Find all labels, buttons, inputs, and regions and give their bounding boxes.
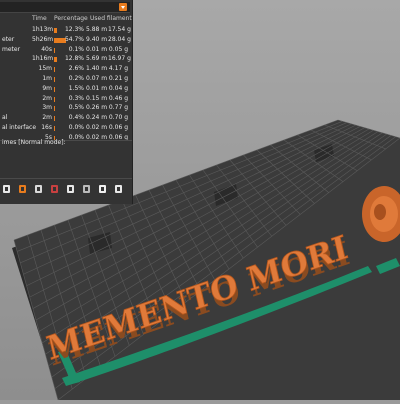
percentage-header: Percentage [54, 15, 88, 22]
paint-palette-icon[interactable] [50, 184, 59, 194]
painting-icon[interactable] [34, 184, 43, 194]
stats-column-headers: Time Percentage Used filament [0, 16, 132, 24]
feature-percentage: 12.8% [64, 55, 84, 63]
arrow-down-icon[interactable] [114, 184, 123, 194]
percentage-bar [54, 125, 55, 131]
percentage-bar [54, 47, 55, 53]
feature-row: 1m 0.2% 0.07 m 0.21 g [0, 75, 132, 85]
feature-row: 3m 0.5% 0.26 m 0.77 g [0, 104, 132, 114]
feature-row: al interface 16s 0.0% 0.02 m 0.06 g [0, 124, 132, 134]
feature-percentage: 54.7% [64, 35, 84, 43]
feature-weight: 0.70 g [108, 114, 128, 122]
feature-percentage: 0.2% [68, 74, 84, 82]
view-type-dropdown[interactable] [0, 2, 130, 13]
feature-row: al 2m 0.4% 0.24 m 0.70 g [0, 114, 132, 124]
percentage-bar [54, 116, 55, 122]
feature-percentage: 1.5% [68, 84, 84, 92]
feature-row: meter 40s 0.1% 0.01 m 0.05 g [0, 46, 132, 56]
feature-weight: 16.97 g [108, 55, 131, 63]
color-swatch-icon[interactable] [18, 184, 27, 194]
feature-length: 0.02 m [86, 123, 108, 131]
feature-time: 2m [42, 114, 52, 122]
bottom-toolbar [0, 184, 132, 196]
feature-weight: 0.46 g [108, 94, 128, 102]
percentage-bar [54, 67, 55, 73]
feature-time: 9m [42, 84, 52, 92]
feature-time: 1h13m [32, 26, 54, 33]
feature-percentage: 0.5% [68, 104, 84, 112]
feature-length: 1.40 m [86, 65, 108, 73]
feature-percentage: 0.1% [68, 45, 84, 53]
feature-time: 1h16m [32, 55, 54, 63]
estimated-times-label: imes [Normal mode]: [2, 139, 66, 146]
feature-name: al interface [2, 123, 37, 131]
feature-weight: 0.77 g [108, 104, 128, 112]
percentage-bar [54, 106, 55, 112]
feature-stats-list: 1h13m 12.3% 5.88 m 17.54 g eter 5h26m 54.7% 9.4… [0, 26, 132, 144]
feature-time: 3m [42, 104, 52, 112]
feature-time: 16s [41, 123, 52, 131]
feature-row: 9m 1.5% 0.01 m 0.04 g [0, 85, 132, 95]
percentage-bar [54, 76, 55, 82]
feature-row: 15m 2.6% 1.40 m 4.17 g [0, 65, 132, 75]
feature-weight: 28.04 g [108, 35, 131, 43]
feature-row: 1h16m 12.8% 5.69 m 16.97 g [0, 55, 132, 65]
percentage-bar [54, 96, 55, 102]
feature-time: 40s [41, 45, 52, 53]
feature-percentage: 12.3% [64, 26, 84, 33]
time-header: Time [32, 15, 47, 22]
feature-time: 15m [38, 65, 52, 73]
feature-row: 2m 0.3% 0.15 m 0.46 g [0, 95, 132, 105]
feature-length: 0.24 m [86, 114, 108, 122]
percentage-bar [54, 86, 55, 92]
feature-weight: 0.05 g [108, 45, 128, 53]
hourglass-icon[interactable] [66, 184, 75, 194]
feature-length: 0.01 m [86, 45, 108, 53]
feature-weight: 4.17 g [108, 65, 128, 73]
checker-icon[interactable] [98, 184, 107, 194]
cube-view-icon[interactable] [82, 184, 91, 194]
feature-row: 1h13m 12.3% 5.88 m 17.54 g [0, 26, 132, 36]
feature-name: eter [2, 35, 15, 43]
feature-name: meter [2, 45, 21, 53]
feature-percentage: 2.6% [68, 65, 84, 73]
slice-statistics-panel: Time Percentage Used filament 1h13m 12.3%… [0, 0, 133, 204]
percentage-bar [54, 28, 57, 33]
percentage-bar [54, 57, 57, 63]
feature-time: 1m [42, 74, 52, 82]
feature-length: 0.15 m [86, 94, 108, 102]
feature-weight: 0.21 g [108, 74, 128, 82]
feature-length: 9.40 m [86, 35, 108, 43]
divider [0, 178, 132, 179]
feature-percentage: 0.0% [68, 123, 84, 131]
feature-length: 0.07 m [86, 74, 108, 82]
feature-length: 5.69 m [86, 55, 108, 63]
feature-length: 0.01 m [86, 84, 108, 92]
feature-weight: 17.54 g [108, 26, 131, 33]
feature-time: 2m [42, 94, 52, 102]
feature-length: 5.88 m [86, 26, 108, 33]
used-filament-header: Used filament [90, 15, 132, 22]
layers-icon[interactable] [2, 184, 11, 194]
feature-weight: 0.04 g [108, 84, 128, 92]
feature-length: 0.26 m [86, 104, 108, 112]
feature-percentage: 0.3% [68, 94, 84, 102]
feature-weight: 0.06 g [108, 123, 128, 131]
feature-time: 5h26m [32, 35, 54, 43]
feature-row: eter 5h26m 54.7% 9.40 m 28.04 g [0, 36, 132, 46]
chevron-down-icon[interactable] [119, 3, 127, 11]
feature-percentage: 0.4% [68, 114, 84, 122]
feature-name: al [2, 114, 8, 122]
